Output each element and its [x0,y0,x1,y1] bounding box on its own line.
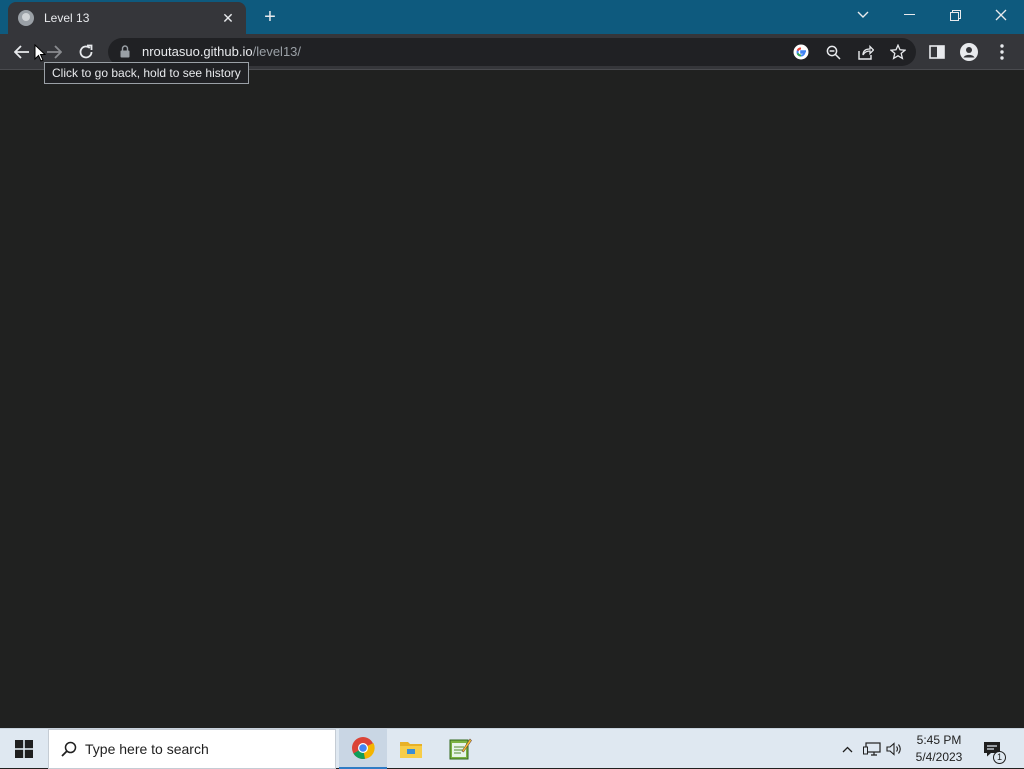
chrome-icon [352,737,375,759]
taskbar-chrome[interactable] [339,729,387,769]
google-lens-icon[interactable] [792,43,810,61]
browser-tab[interactable]: Level 13 ✕ [8,2,246,34]
side-panel-icon[interactable] [928,43,946,61]
tab-close-icon[interactable]: ✕ [220,10,236,27]
bookmark-star-icon[interactable] [889,43,907,61]
reload-icon [79,44,93,59]
notepad-icon [449,738,472,760]
arrow-left-icon [14,45,29,59]
back-button[interactable] [9,39,35,65]
restore-icon [949,9,961,21]
url-host: nroutasuo.github.io [142,44,253,59]
profile-avatar-icon[interactable] [960,43,978,61]
taskbar-search-box[interactable]: Type here to search [48,729,336,769]
volume-icon [886,742,901,756]
taskbar-notepad[interactable] [436,729,484,769]
restore-button[interactable] [932,0,978,30]
network-tray-button[interactable] [861,729,883,769]
page-content [0,71,1024,728]
back-button-tooltip: Click to go back, hold to see history [44,62,249,84]
clock-time: 5:45 PM [916,733,962,747]
taskbar-file-explorer[interactable] [387,729,435,769]
show-hidden-icons-button[interactable] [838,729,856,769]
windows-taskbar: Type here to search 5:45 PM 5/4/2023 1 [0,728,1024,769]
close-window-button[interactable] [978,0,1024,30]
chevron-down-icon [857,11,869,18]
network-icon [863,742,881,756]
globe-favicon-icon [18,10,34,26]
tab-title: Level 13 [44,11,90,25]
share-icon[interactable] [857,43,875,61]
chevron-up-icon [842,746,852,752]
lock-icon[interactable] [120,45,130,63]
volume-tray-button[interactable] [884,729,906,769]
minimize-icon [903,14,915,15]
file-explorer-icon [400,742,422,758]
clock-date: 5/4/2023 [915,750,963,764]
minimize-button[interactable] [886,0,932,30]
arrow-right-icon [47,45,62,59]
start-button[interactable] [0,729,48,769]
new-tab-button[interactable]: + [259,6,281,28]
browser-titlebar: Level 13 ✕ + [0,0,1024,34]
action-center-button[interactable]: 1 [979,729,1006,769]
windows-logo-icon [15,740,33,758]
mouse-cursor-icon [34,44,46,62]
zoom-icon[interactable] [824,43,842,61]
more-menu-icon[interactable] [993,43,1011,61]
search-placeholder: Type here to search [85,741,209,757]
url-path: /level13/ [252,44,302,59]
search-icon [61,741,77,757]
taskbar-clock[interactable]: 5:45 PM 5/4/2023 [908,732,970,766]
tab-search-button[interactable] [840,0,886,30]
notification-count-badge: 1 [993,751,1006,764]
url-text[interactable]: nroutasuo.github.io/level13/ [142,44,301,59]
close-icon [995,9,1007,21]
